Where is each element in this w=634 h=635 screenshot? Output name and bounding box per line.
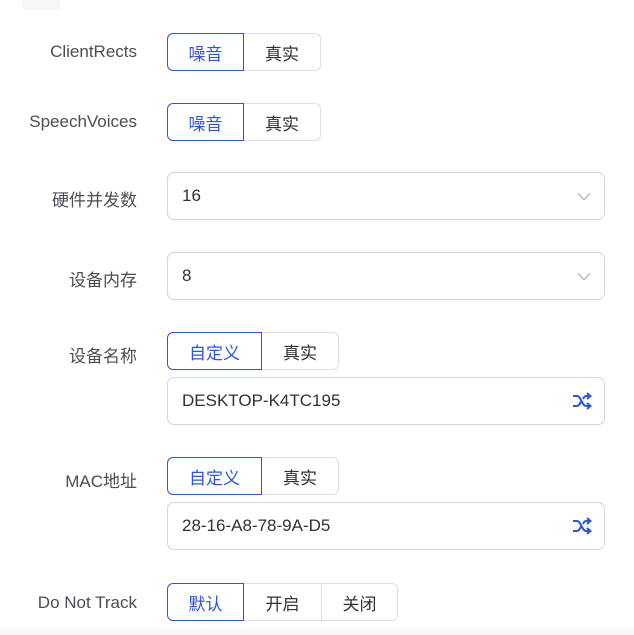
do-not-track-off-button[interactable]: 关闭: [321, 583, 398, 621]
device-name-input[interactable]: DESKTOP-K4TC195: [167, 377, 605, 425]
do-not-track-on-button[interactable]: 开启: [243, 583, 322, 621]
do-not-track-default-button[interactable]: 默认: [167, 583, 244, 621]
form-row-client-rects: ClientRects 噪音 真实: [0, 33, 634, 71]
do-not-track-label: Do Not Track: [37, 593, 137, 612]
device-name-real-button[interactable]: 真实: [261, 332, 339, 370]
form-row-do-not-track: Do Not Track 默认 开启 关闭: [0, 583, 634, 621]
speech-voices-noise-button[interactable]: 噪音: [167, 103, 244, 141]
chevron-down-icon: [564, 173, 604, 219]
shuffle-icon[interactable]: [560, 378, 604, 424]
do-not-track-toggle: 默认 开启 关闭: [167, 583, 398, 621]
device-name-value: DESKTOP-K4TC195: [182, 391, 341, 410]
form-row-device-memory: 设备内存 8: [0, 252, 634, 300]
form-row-hardware-concurrency: 硬件并发数 16: [0, 172, 634, 220]
client-rects-real-button[interactable]: 真实: [243, 33, 321, 71]
speech-voices-real-button[interactable]: 真实: [243, 103, 321, 141]
form-row-device-name: 设备名称 自定义 真实 DESKTOP-K4TC195: [0, 332, 634, 428]
mac-address-toggle: 自定义 真实: [167, 457, 339, 495]
hardware-concurrency-select[interactable]: 16: [167, 172, 605, 220]
device-name-toggle: 自定义 真实: [167, 332, 339, 370]
mac-address-label: MAC地址: [65, 472, 137, 491]
client-rects-toggle: 噪音 真实: [167, 33, 321, 71]
mac-address-real-button[interactable]: 真实: [261, 457, 339, 495]
hardware-concurrency-value: 16: [182, 186, 201, 205]
form-row-mac-address: MAC地址 自定义 真实 28-16-A8-78-9A-D5: [0, 457, 634, 553]
speech-voices-label: SpeechVoices: [29, 112, 137, 131]
mac-address-value: 28-16-A8-78-9A-D5: [182, 516, 331, 535]
device-memory-value: 8: [182, 266, 192, 285]
bottom-edge: [0, 628, 634, 635]
device-name-label: 设备名称: [69, 347, 137, 366]
speech-voices-toggle: 噪音 真实: [167, 103, 321, 141]
client-rects-noise-button[interactable]: 噪音: [167, 33, 244, 71]
device-memory-label: 设备内存: [69, 271, 137, 290]
device-memory-select[interactable]: 8: [167, 252, 605, 300]
chevron-down-icon: [564, 253, 604, 299]
client-rects-label: ClientRects: [50, 42, 137, 61]
device-name-custom-button[interactable]: 自定义: [167, 332, 262, 370]
top-edge: [0, 0, 634, 12]
form-row-speech-voices: SpeechVoices 噪音 真实: [0, 103, 634, 141]
cut-off-element: [22, 0, 60, 10]
shuffle-icon[interactable]: [560, 503, 604, 549]
mac-address-input[interactable]: 28-16-A8-78-9A-D5: [167, 502, 605, 550]
hardware-concurrency-label: 硬件并发数: [52, 191, 137, 210]
mac-address-custom-button[interactable]: 自定义: [167, 457, 262, 495]
